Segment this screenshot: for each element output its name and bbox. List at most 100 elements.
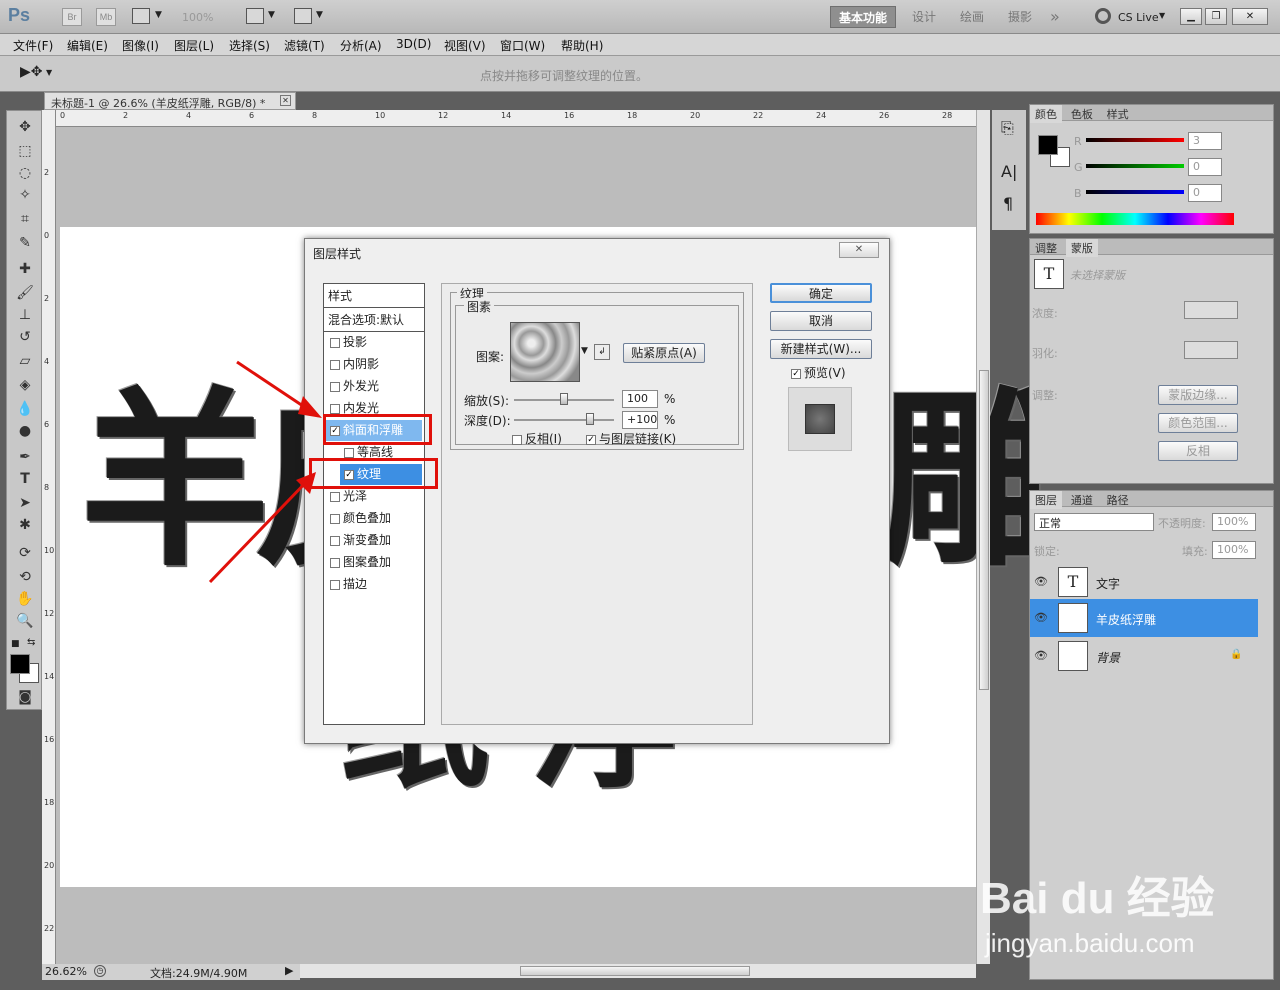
layer-row[interactable]: 👁 T 文字 [1030,563,1258,601]
move-tool-icon[interactable]: ✥ [13,117,37,137]
style-item[interactable]: 内阴影 [326,354,422,375]
style-checkbox[interactable] [330,579,340,590]
chevron-down-icon[interactable]: ▼ [1159,11,1165,20]
pattern-swatch[interactable] [510,322,580,382]
tab-adjustments[interactable]: 调整 [1030,239,1062,257]
magic-wand-tool-icon[interactable]: ✧ [13,185,37,205]
menu-3d[interactable]: 3D(D) [396,37,431,51]
style-checkbox[interactable] [330,557,340,568]
layer-row[interactable]: 👁 背景 🔒 [1030,637,1258,675]
character-panel-icon[interactable]: A| [1001,162,1017,181]
style-item[interactable]: 描边 [326,574,422,595]
3d-rotate-tool-icon[interactable]: ⟳ [13,543,37,563]
g-input[interactable]: 0 [1188,158,1222,176]
depth-slider[interactable] [514,419,614,421]
tab-masks[interactable]: 蒙版 [1065,239,1098,257]
opacity-input[interactable]: 100% [1212,513,1256,531]
style-checkbox[interactable] [330,359,340,370]
color-ramp[interactable] [1036,213,1234,225]
restore-button[interactable]: ❐ [1205,8,1227,25]
eraser-tool-icon[interactable]: ▱ [13,351,37,371]
move-tool-preset-icon[interactable]: ▶✥ [20,64,43,80]
mini-bridge-button[interactable]: Mb [96,8,116,26]
3d-orbit-tool-icon[interactable]: ⟲ [13,567,37,587]
style-checkbox[interactable] [330,403,340,414]
r-input[interactable]: 3 [1188,132,1222,150]
clone-stamp-tool-icon[interactable]: ⊥ [13,305,37,325]
style-item[interactable]: 外发光 [326,376,422,397]
vertical-scrollbar[interactable] [976,110,990,964]
status-menu-icon[interactable]: ◷ [94,965,106,977]
tab-styles[interactable]: 样式 [1102,105,1134,123]
dialog-close-button[interactable]: ✕ [839,242,879,258]
style-checkbox[interactable] [330,513,340,524]
menu-select[interactable]: 选择(S) [229,37,270,54]
menu-layer[interactable]: 图层(L) [174,37,214,54]
style-checkbox[interactable] [330,381,340,392]
cs-live-menu[interactable]: CS Live [1118,11,1159,24]
view-extras-icon[interactable] [132,8,150,24]
menu-filter[interactable]: 滤镜(T) [284,37,325,54]
zoom-readout[interactable]: 26.62% [45,965,87,978]
foreground-color-swatch[interactable] [10,654,30,674]
screen-mode-icon[interactable] [294,8,312,24]
pen-tool-icon[interactable]: ✒ [13,447,37,467]
style-checkbox[interactable] [330,337,340,348]
r-slider[interactable] [1086,138,1184,142]
b-input[interactable]: 0 [1188,184,1222,202]
blur-tool-icon[interactable]: 💧 [13,399,37,419]
preview-check[interactable]: ✓ [791,368,801,379]
lasso-tool-icon[interactable]: ◌ [13,163,37,183]
chevron-down-icon[interactable]: ▼ [268,10,275,20]
fill-input[interactable]: 100% [1212,541,1256,559]
b-slider[interactable] [1086,190,1184,194]
close-document-icon[interactable]: ✕ [280,95,291,106]
more-workspaces-icon[interactable]: » [1042,6,1068,28]
style-checkbox[interactable] [330,535,340,546]
style-item[interactable]: 投影 [326,332,422,353]
mask-edge-button[interactable]: 蒙版边缘... [1158,385,1238,405]
tab-channels[interactable]: 通道 [1066,491,1098,509]
crop-tool-icon[interactable]: ⌗ [13,209,37,229]
type-tool-icon[interactable]: T [13,469,37,489]
invert-mask-button[interactable]: 反相 [1158,441,1238,461]
style-checkbox[interactable] [344,447,354,458]
menu-window[interactable]: 窗口(W) [500,37,545,54]
cancel-button[interactable]: 取消 [770,311,872,331]
density-input[interactable] [1184,301,1238,319]
document-tab[interactable]: 未标题-1 @ 26.6% (羊皮纸浮雕, RGB/8) * ✕ [44,92,296,110]
workspace-essentials[interactable]: 基本功能 [830,6,897,28]
workspace-painting[interactable]: 绘画 [952,6,992,28]
minimize-button[interactable]: ▁ [1180,8,1202,25]
history-panel-icon[interactable]: ⎘ [1001,118,1014,138]
zoom-tool-icon[interactable]: 🔍 [13,611,37,631]
menu-view[interactable]: 视图(V) [444,37,486,54]
status-arrow-icon[interactable]: ▶ [285,964,293,977]
scale-input[interactable]: 100 [622,390,658,408]
new-style-button[interactable]: 新建样式(W)... [770,339,872,359]
scale-slider-knob[interactable] [560,393,568,405]
shape-tool-icon[interactable]: ✱ [13,515,37,535]
path-selection-tool-icon[interactable]: ➤ [13,493,37,513]
feather-input[interactable] [1184,341,1238,359]
depth-slider-knob[interactable] [586,413,594,425]
blend-options-item[interactable]: 混合选项:默认 [324,308,424,332]
style-checkbox[interactable] [330,491,340,502]
eye-icon[interactable]: 👁 [1032,599,1050,637]
style-item[interactable]: 渐变叠加 [326,530,422,551]
style-item[interactable]: 颜色叠加 [326,508,422,529]
marquee-tool-icon[interactable]: ⬚ [13,141,37,161]
styles-header[interactable]: 样式 [324,284,424,308]
cs-live-icon[interactable] [1095,8,1111,24]
horizontal-scrollbar[interactable] [300,964,976,978]
chevron-down-icon[interactable]: ▼ [316,10,323,20]
menu-file[interactable]: 文件(F) [13,37,53,54]
g-slider[interactable] [1086,164,1184,168]
layer-row[interactable]: 👁 T 羊皮纸浮雕 [1030,599,1258,637]
paint-bucket-tool-icon[interactable]: ◈ [13,375,37,395]
scroll-thumb[interactable] [979,370,989,690]
invert-checkbox[interactable]: 反相(I) [512,430,562,447]
workspace-photography[interactable]: 摄影 [1000,6,1040,28]
eye-icon[interactable]: 👁 [1032,637,1050,675]
zoom-level-select[interactable]: 100% [182,11,213,24]
